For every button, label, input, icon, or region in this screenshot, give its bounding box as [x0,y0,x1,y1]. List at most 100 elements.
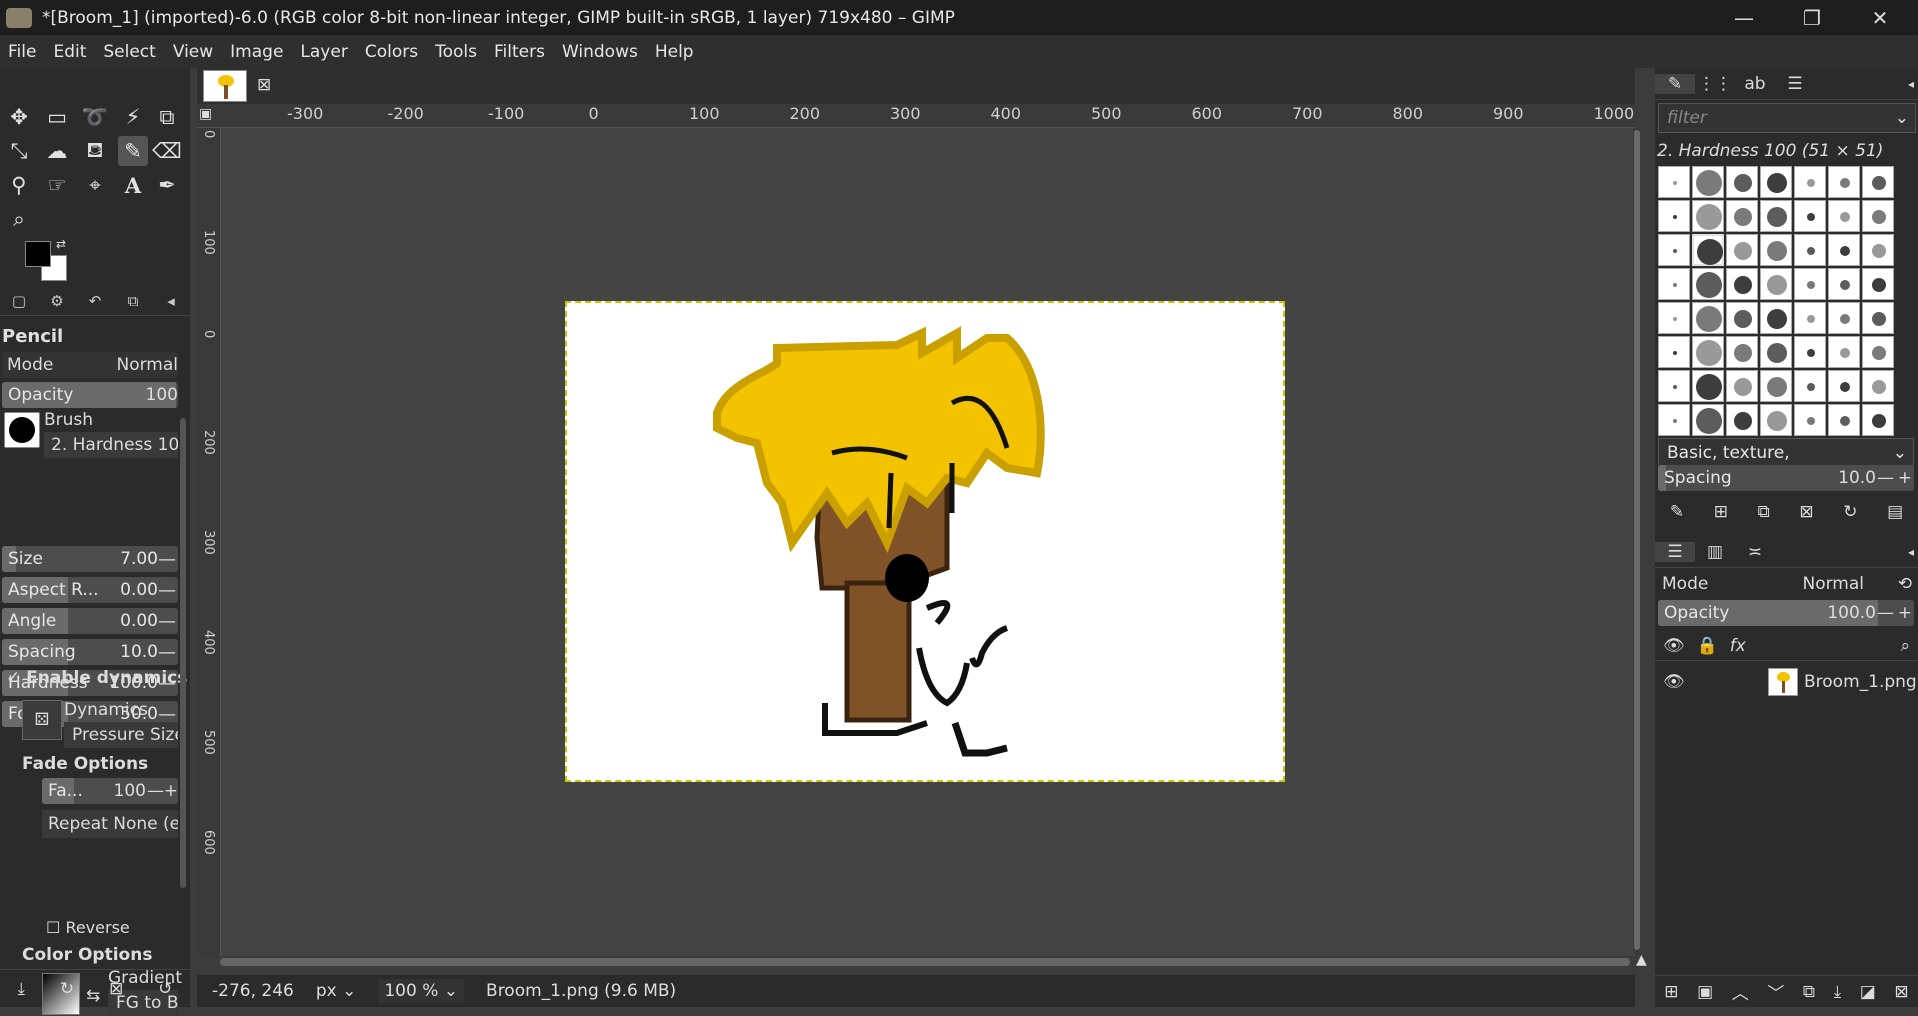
raise-layer-icon[interactable]: ︿ [1732,979,1749,1004]
refresh-brushes-icon[interactable]: ↻ [1843,502,1857,522]
layer-opacity-slider[interactable]: Opacity 100.0 — + [1658,600,1914,626]
delete-layer-icon[interactable]: ⊠ [1894,982,1908,1002]
brush-swatch[interactable] [1726,166,1758,198]
mode-row[interactable]: Mode Normal [2,352,178,378]
slider-size[interactable]: Size 7.00— [2,546,178,572]
fonts-tab-icon[interactable]: ab [1735,74,1775,94]
opacity-slider[interactable]: Opacity 100 [2,382,178,408]
brush-preview[interactable] [4,412,40,448]
brush-swatch[interactable] [1828,404,1860,436]
brush-swatch[interactable] [1794,166,1826,198]
patterns-tab-icon[interactable]: ⋮⋮ [1695,74,1735,94]
brush-swatch[interactable] [1760,404,1792,436]
image-canvas[interactable] [565,301,1285,782]
canvas-horizontal-scrollbar[interactable] [220,958,1630,966]
brush-swatch[interactable] [1760,302,1792,334]
navigate-icon[interactable]: ▲ [1636,952,1647,968]
brush-swatch[interactable] [1862,404,1894,436]
duplicate-brush-icon[interactable]: ⧉ [1758,502,1770,522]
menu-tools[interactable]: Tools [435,42,477,62]
brush-swatch[interactable] [1692,268,1724,300]
brush-swatch[interactable] [1862,370,1894,402]
clone-tool-icon[interactable]: ⚲ [4,170,34,200]
color-options-header[interactable]: Color Options [22,945,152,965]
tab-menu-icon[interactable]: ◂ [152,292,190,310]
device-status-tab-icon[interactable]: ⚙ [38,292,76,310]
maximize-button[interactable]: ❐ [1778,0,1846,35]
brush-swatch[interactable] [1692,302,1724,334]
brush-swatch[interactable] [1692,370,1724,402]
paths-tab-icon[interactable]: ≍ [1735,542,1775,562]
brush-swatch[interactable] [1658,166,1690,198]
brush-swatch[interactable] [1794,404,1826,436]
zoom-tool-icon[interactable]: ⌕ [4,204,34,234]
brush-swatch[interactable] [1862,336,1894,368]
brush-swatch[interactable] [1794,234,1826,266]
edit-brush-icon[interactable]: ✎ [1670,502,1684,522]
fade-options-header[interactable]: Fade Options [22,754,148,774]
bucket-fill-icon[interactable]: ⛾ [80,136,110,166]
canvas-vertical-scrollbar[interactable] [1634,130,1640,950]
menu-windows[interactable]: Windows [562,42,638,62]
brush-swatch[interactable] [1726,234,1758,266]
brush-swatch[interactable] [1862,302,1894,334]
brush-swatch[interactable] [1658,404,1690,436]
pencil-tool-icon[interactable]: ✎ [118,136,148,166]
brush-swatch[interactable] [1862,234,1894,266]
brush-swatch[interactable] [1794,336,1826,368]
save-options-icon[interactable]: ⤓ [17,979,25,999]
menu-image[interactable]: Image [230,42,283,62]
brush-swatch[interactable] [1828,370,1860,402]
brush-swatch[interactable] [1658,336,1690,368]
slider-spacing[interactable]: Spacing 10.0— [2,639,178,665]
reverse-checkbox[interactable]: ☐ Reverse [46,918,130,937]
brush-swatch[interactable] [1726,404,1758,436]
menu-help[interactable]: Help [655,42,694,62]
brush-swatch[interactable] [1658,268,1690,300]
merge-layer-icon[interactable]: ⤓ [1834,982,1842,1002]
brush-swatch[interactable] [1862,166,1894,198]
brush-swatch[interactable] [1692,234,1724,266]
brush-swatch[interactable] [1862,268,1894,300]
new-layer-icon[interactable]: ⊞ [1664,982,1678,1002]
brush-swatch[interactable] [1692,200,1724,232]
move-tool-icon[interactable]: ✥ [4,102,34,132]
delete-brush-icon[interactable]: ⊠ [1799,502,1813,522]
dynamics-value[interactable]: Pressure Size [64,722,178,748]
brush-swatch[interactable] [1760,166,1792,198]
layer-name[interactable]: Broom_1.png [1804,672,1917,692]
dock-menu-icon[interactable]: ◂ [1908,77,1914,91]
brush-swatch[interactable] [1760,234,1792,266]
slider-angle[interactable]: Angle 0.00— [2,608,178,634]
text-tool-icon[interactable]: A [118,170,148,200]
brush-swatch[interactable] [1726,336,1758,368]
repeat-dropdown[interactable]: Repeat None (ex [42,810,178,838]
fade-length-slider[interactable]: Fa... 100 — + [42,778,178,804]
paths-tool-icon[interactable]: ⌖ [80,170,110,200]
dynamics-icon[interactable]: ⚄ [22,700,62,740]
images-tab-icon[interactable]: ⧉ [114,292,152,310]
channels-tab-icon[interactable]: ▥ [1695,542,1735,562]
brush-swatch[interactable] [1692,404,1724,436]
brush-name[interactable]: 2. Hardness 100 [44,432,178,458]
transform-tool-icon[interactable]: ⤡ [4,136,34,166]
reset-options-icon[interactable]: ↺ [158,979,172,999]
tool-options-tab-icon[interactable]: ▢ [0,292,38,310]
brush-swatch[interactable] [1828,234,1860,266]
open-brush-icon[interactable]: ▤ [1887,502,1903,522]
brush-swatch[interactable] [1692,336,1724,368]
swap-colors-icon[interactable]: ⇄ [56,237,66,251]
brush-swatch[interactable] [1828,336,1860,368]
brush-swatch[interactable] [1760,268,1792,300]
brush-swatch[interactable] [1828,302,1860,334]
new-layer-group-icon[interactable]: ▣ [1697,982,1713,1002]
brush-filter-input[interactable]: filter ⌄ [1658,103,1916,133]
mask-layer-icon[interactable]: ◪ [1860,982,1876,1002]
layer-row[interactable]: 👁 Broom_1.png [1655,666,1918,700]
minimize-button[interactable]: — [1710,0,1778,35]
foreground-color-swatch[interactable] [25,241,51,267]
brush-swatch[interactable] [1760,370,1792,402]
brush-swatch[interactable] [1658,234,1690,266]
restore-options-icon[interactable]: ↻ [60,979,74,999]
brush-swatch[interactable] [1760,336,1792,368]
